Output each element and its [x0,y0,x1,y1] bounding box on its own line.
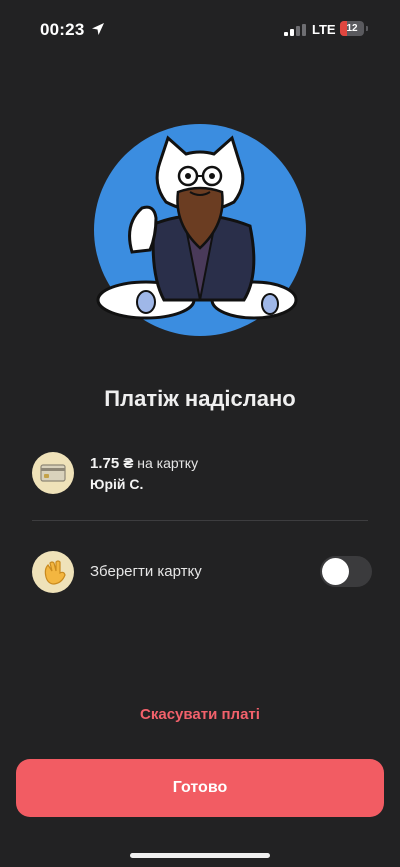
location-arrow-icon [92,23,104,35]
divider [32,520,368,521]
waving-hand-icon [32,551,74,593]
save-card-toggle[interactable] [320,556,372,587]
save-card-label: Зберегти картку [90,563,202,580]
done-button[interactable]: Готово [16,759,384,817]
payment-amount-line: 1.75 ₴ на картку [90,455,198,472]
page-title: Платіж надіслано [104,386,296,411]
toggle-knob [322,558,349,585]
cat-professor-illustration [94,124,306,336]
cellular-signal-icon [284,24,306,36]
battery-level: 12 [346,23,358,34]
battery-icon: 12 [340,21,370,37]
payment-amount: 1.75 ₴ [90,455,134,472]
network-type: LTE [312,22,336,37]
status-time: 00:23 [40,20,85,39]
bank-card-icon [32,452,74,494]
cancel-payment-link[interactable]: Скасувати платі [0,706,400,723]
home-indicator [130,853,270,858]
done-button-label: Готово [172,779,228,796]
payment-destination: на картку [133,455,199,471]
save-card-row[interactable]: Зберегти картку [32,551,372,595]
recipient-name: Юрій С. [90,476,144,492]
payment-summary: 1.75 ₴ на картку Юрій С. [32,452,372,496]
status-bar: 00:23 LTE 12 [0,0,400,60]
